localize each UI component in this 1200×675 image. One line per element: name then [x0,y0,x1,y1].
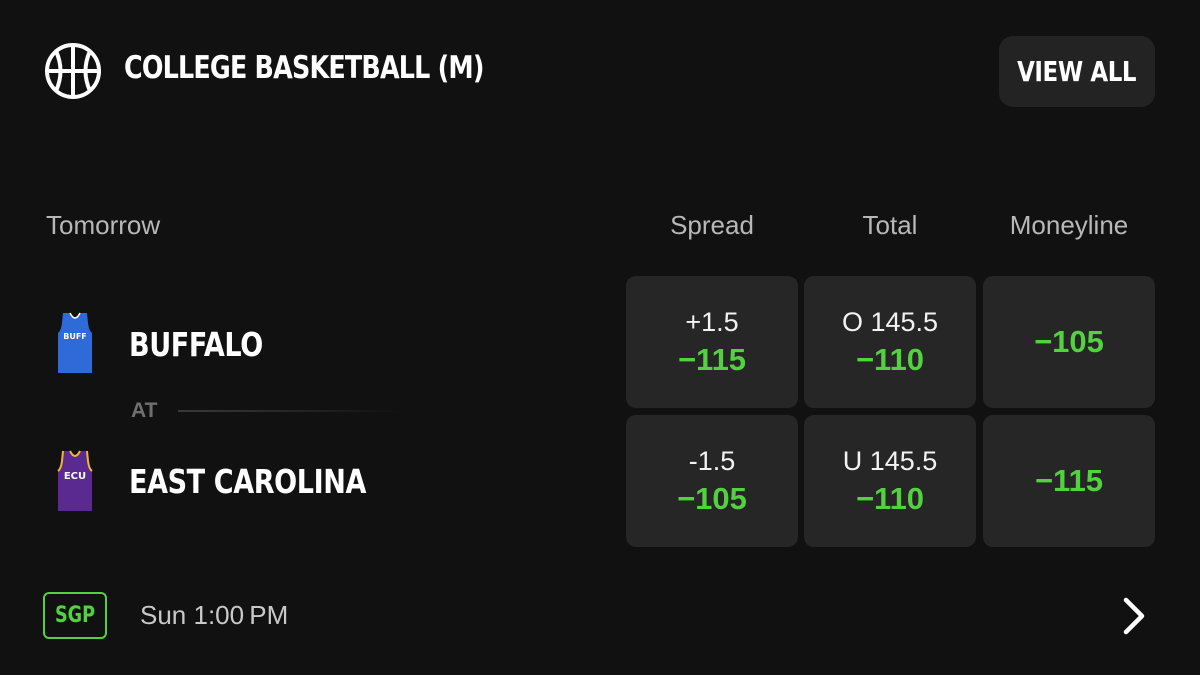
over-total-button[interactable]: O 145.5 −110 [804,276,976,408]
league-title: COLLEGE BASKETBALL (M) [124,50,484,86]
away-spread-price: −115 [677,342,747,377]
away-spread-button[interactable]: +1.5 −115 [626,276,798,408]
view-all-label: VIEW ALL [1017,55,1137,88]
chevron-right-icon[interactable] [1118,596,1150,636]
away-spread-line: +1.5 [685,307,739,337]
over-total-price: −110 [855,342,925,377]
away-moneyline-price: −105 [1034,324,1104,359]
home-moneyline-button[interactable]: −115 [983,415,1155,547]
sgp-badge: SGP [43,592,107,639]
under-total-line: U 145.5 [842,446,938,476]
over-total-line: O 145.5 [841,307,939,337]
buffalo-jersey-text: BUFF [63,332,87,341]
game-start-time: Sun 1:00 PM [140,600,289,630]
home-spread-button[interactable]: -1.5 −105 [626,415,798,547]
moneyline-column-header: Moneyline [1009,210,1129,240]
game-card: COLLEGE BASKETBALL (M) VIEW ALL Tomorrow… [0,0,1200,675]
total-column-header: Total [862,210,918,240]
under-total-price: −110 [855,481,925,516]
east-carolina-jersey-text: ECU [64,471,86,482]
at-separator: AT [131,399,158,422]
game-date-label: Tomorrow [46,210,161,240]
east-carolina-jersey-icon: ECU [57,450,93,511]
home-moneyline-price: −115 [1034,463,1104,498]
away-moneyline-button[interactable]: −105 [983,276,1155,408]
home-team-name: EAST CAROLINA [129,462,367,501]
away-team-name: BUFFALO [129,325,263,364]
spread-column-header: Spread [670,210,754,240]
under-total-button[interactable]: U 145.5 −110 [804,415,976,547]
buffalo-jersey-icon: BUFF [58,312,92,373]
sgp-label: SGP [54,603,96,628]
view-all-button[interactable]: VIEW ALL [999,36,1155,107]
home-spread-price: −105 [677,481,747,516]
separator-line [178,410,403,412]
home-spread-line: -1.5 [688,446,736,476]
basketball-icon [45,43,101,99]
